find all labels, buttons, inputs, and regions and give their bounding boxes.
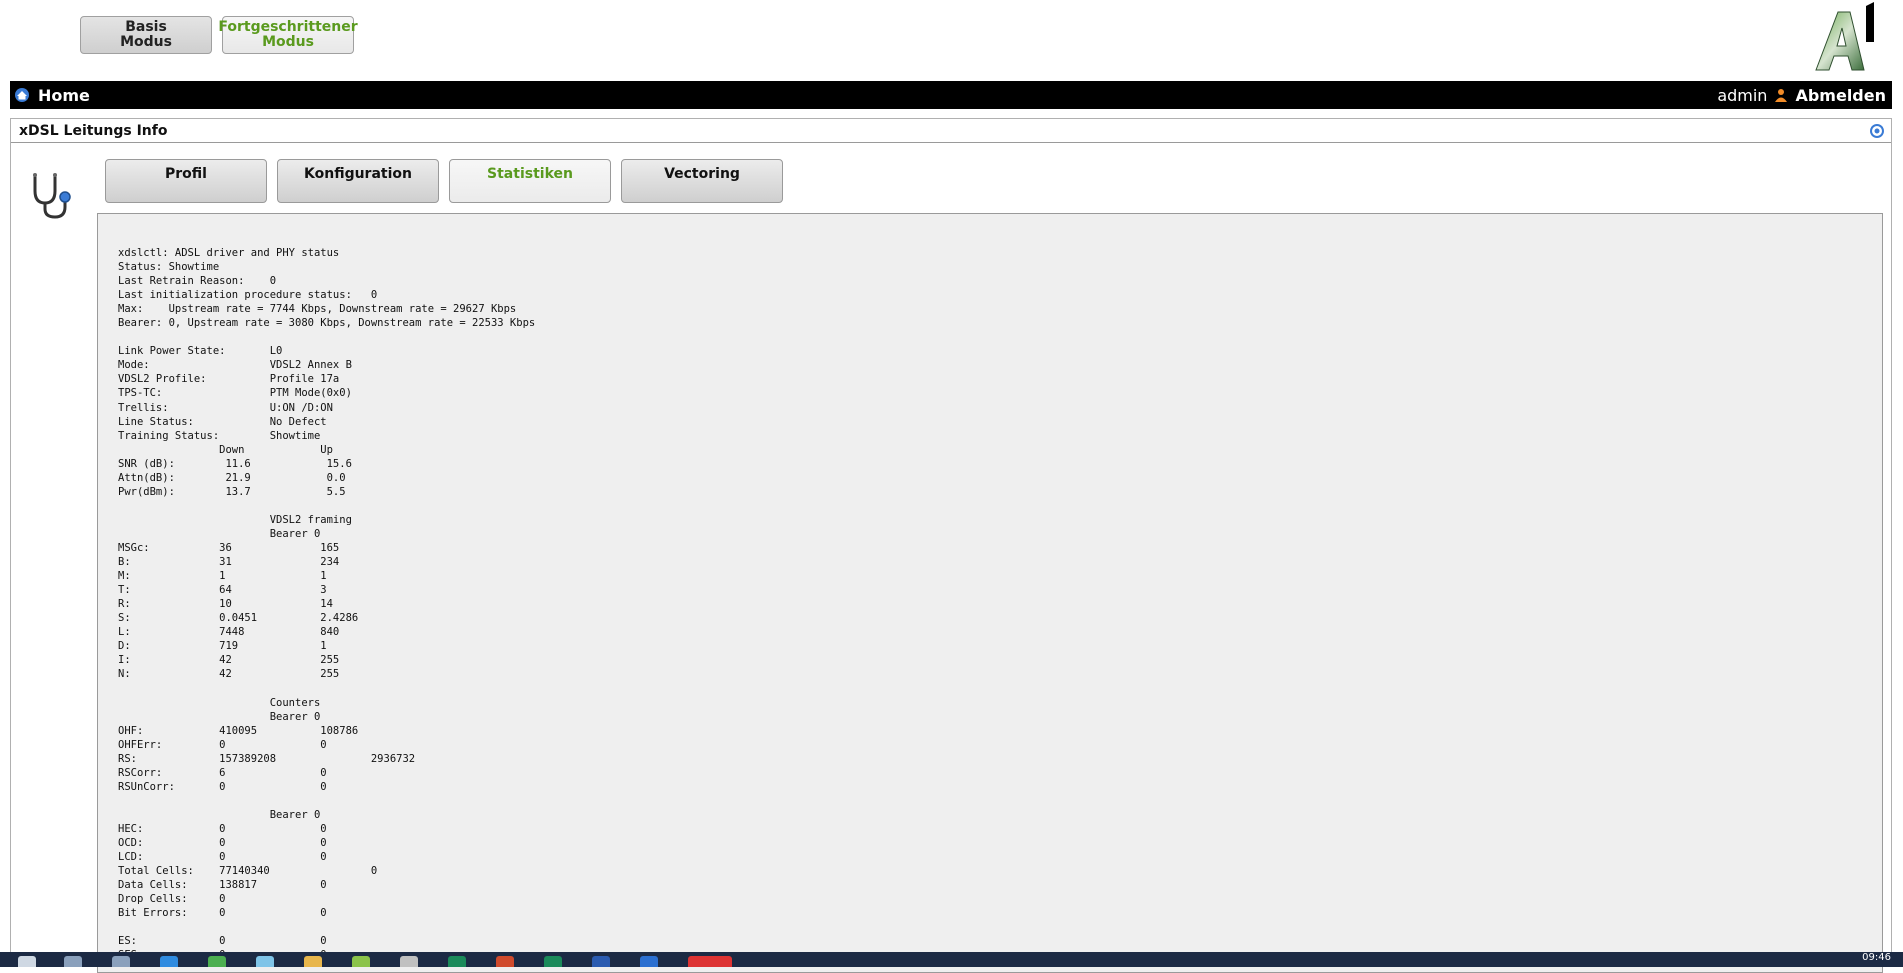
powerpoint-icon[interactable] (496, 956, 514, 967)
user-area: admin Abmelden (1717, 86, 1886, 105)
start-icon[interactable] (18, 956, 36, 967)
xdsl-info-panel: xDSL Leitungs Info Profil Konfiguration … (10, 118, 1892, 973)
outlook-icon[interactable] (640, 956, 658, 967)
explorer-icon[interactable] (304, 956, 322, 967)
top-header: Basis Modus Fortgeschrittener Modus (0, 0, 1903, 80)
app-icon[interactable] (544, 956, 562, 967)
excel-icon[interactable] (448, 956, 466, 967)
active-app-icon[interactable] (688, 956, 732, 967)
taskbar: 09:46 (0, 952, 1903, 967)
app-icon[interactable] (352, 956, 370, 967)
home-label: Home (38, 85, 90, 105)
logout-link[interactable]: Abmelden (1795, 86, 1886, 105)
username-label: admin (1717, 85, 1768, 105)
help-icon[interactable] (1869, 123, 1885, 139)
tab-vectoring[interactable]: Vectoring (621, 159, 783, 203)
taskbar-clock: 09:46 (1862, 952, 1891, 963)
a1-logo (1815, 2, 1874, 71)
search-icon[interactable] (64, 956, 82, 967)
task-view-icon[interactable] (112, 956, 130, 967)
panel-title-text: xDSL Leitungs Info (19, 123, 168, 139)
home-icon (15, 88, 29, 102)
basic-mode-button[interactable]: Basis Modus (80, 16, 212, 54)
tab-profil[interactable]: Profil (105, 159, 267, 203)
xdsl-status-output: xdslctl: ADSL driver and PHY status Stat… (118, 247, 536, 961)
app-icon[interactable] (400, 956, 418, 967)
tab-statistiken[interactable]: Statistiken (449, 159, 611, 203)
user-icon (1775, 89, 1788, 102)
statistics-content: xdslctl: ADSL driver and PHY status Stat… (97, 213, 1883, 973)
main-navbar: Home admin Abmelden (10, 81, 1892, 109)
edge-icon[interactable] (160, 956, 178, 967)
home-link[interactable]: Home (14, 86, 90, 105)
stethoscope-icon (33, 173, 71, 219)
chrome-icon[interactable] (208, 956, 226, 967)
word-icon[interactable] (592, 956, 610, 967)
tab-konfiguration[interactable]: Konfiguration (277, 159, 439, 203)
advanced-mode-button[interactable]: Fortgeschrittener Modus (218, 16, 358, 54)
app-icon[interactable] (256, 956, 274, 967)
panel-title: xDSL Leitungs Info (11, 119, 1891, 143)
